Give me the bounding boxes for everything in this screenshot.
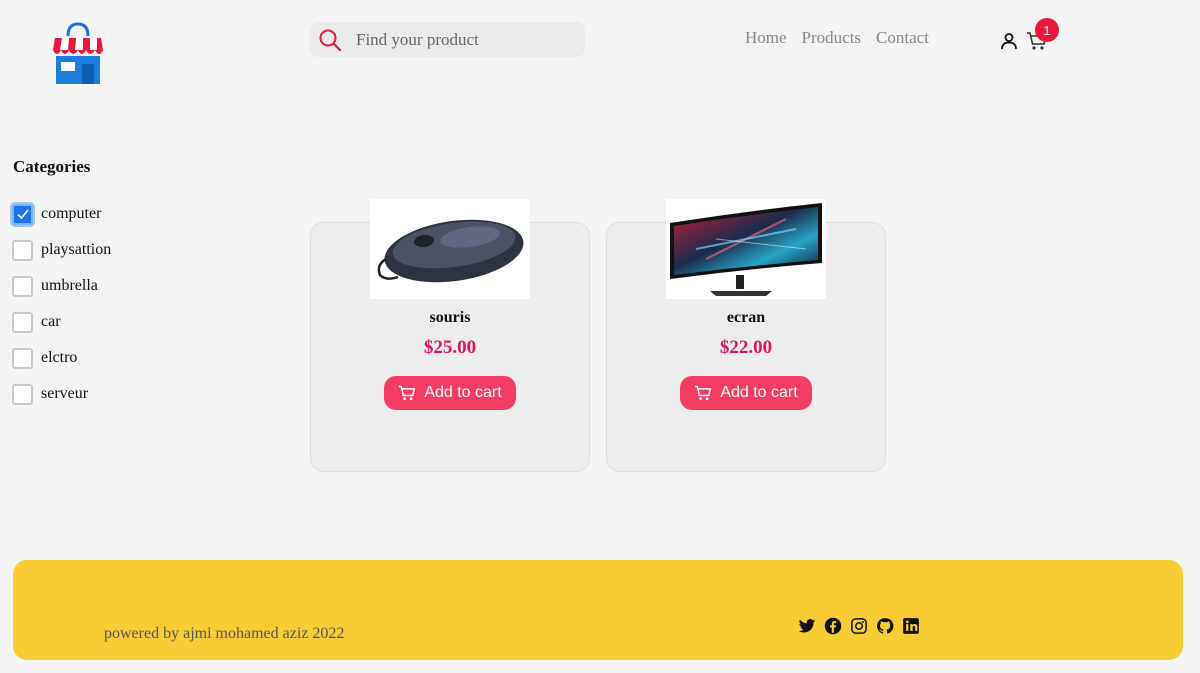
product-image-mouse[interactable]: [370, 199, 530, 299]
add-to-cart-button[interactable]: Add to cart: [680, 376, 812, 410]
cart-count-badge[interactable]: 1: [1035, 18, 1059, 42]
cart-icon: [399, 385, 416, 401]
github-icon[interactable]: [876, 617, 894, 635]
category-checkbox[interactable]: [12, 347, 33, 369]
category-label: umbrella: [41, 277, 98, 294]
search-bar: [310, 22, 585, 57]
search-icon[interactable]: [318, 28, 342, 52]
product-price: $25.00: [423, 337, 477, 358]
product-price: $22.00: [719, 337, 773, 358]
category-checkbox[interactable]: [12, 239, 33, 261]
add-to-cart-button[interactable]: Add to cart: [384, 376, 516, 410]
category-checkbox[interactable]: [12, 203, 33, 225]
product-name: ecran: [726, 309, 766, 326]
category-item-car[interactable]: car: [12, 304, 111, 340]
twitter-icon[interactable]: [798, 617, 816, 635]
nav-home[interactable]: Home: [745, 28, 787, 48]
category-label: car: [41, 313, 61, 330]
category-checkbox[interactable]: [12, 275, 33, 297]
linkedin-icon[interactable]: [902, 617, 920, 635]
add-to-cart-label: Add to cart: [720, 384, 798, 401]
user-icon[interactable]: [999, 31, 1019, 51]
instagram-icon[interactable]: [850, 617, 868, 635]
product-image-monitor[interactable]: [666, 199, 826, 299]
category-checkbox[interactable]: [12, 383, 33, 405]
facebook-icon[interactable]: [824, 617, 842, 635]
product-name: souris: [429, 309, 471, 326]
category-label: elctro: [41, 349, 78, 366]
category-item-serveur[interactable]: serveur: [12, 376, 111, 412]
check-icon: [16, 209, 29, 220]
product-card-ecran: ecran $22.00 Add to cart: [606, 199, 886, 472]
main-nav: Home Products Contact: [745, 28, 929, 48]
category-label: computer: [41, 205, 102, 222]
nav-contact[interactable]: Contact: [876, 28, 929, 48]
category-item-playsattion[interactable]: playsattion: [12, 232, 111, 268]
cart-icon: [695, 385, 712, 401]
category-label: serveur: [41, 385, 89, 402]
store-logo[interactable]: [52, 20, 104, 86]
search-input[interactable]: [356, 29, 566, 50]
category-item-elctro[interactable]: elctro: [12, 340, 111, 376]
category-item-computer[interactable]: computer: [12, 196, 111, 232]
category-checkbox[interactable]: [12, 311, 33, 333]
category-item-umbrella[interactable]: umbrella: [12, 268, 111, 304]
product-card-souris: souris $25.00 Add to cart: [310, 199, 590, 472]
category-list: computer playsattion umbrella car elctro…: [12, 196, 111, 412]
nav-products[interactable]: Products: [802, 28, 862, 48]
categories-title: Categories: [13, 157, 91, 176]
footer-credit: powered by ajmi mohamed aziz 2022: [104, 625, 345, 642]
add-to-cart-label: Add to cart: [424, 384, 502, 401]
social-links: [798, 617, 920, 635]
footer: powered by ajmi mohamed aziz 2022: [13, 560, 1183, 660]
category-label: playsattion: [41, 241, 112, 258]
